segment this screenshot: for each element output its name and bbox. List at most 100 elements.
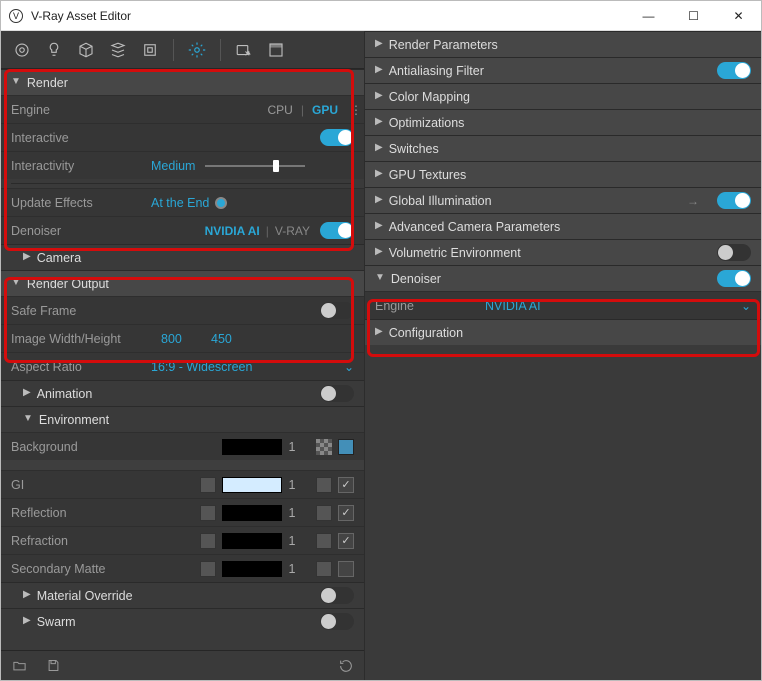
vertical-dots-icon[interactable]: ⋮ bbox=[350, 103, 354, 117]
section-render[interactable]: Render bbox=[1, 69, 364, 95]
denoiser-engine-value[interactable]: NVIDIA AI bbox=[485, 299, 541, 313]
denoiser-right-toggle[interactable] bbox=[717, 270, 751, 287]
section-material-override[interactable]: Material Override bbox=[1, 582, 364, 608]
reflection-color-swatch[interactable] bbox=[222, 505, 282, 521]
geometry-icon[interactable] bbox=[73, 37, 99, 63]
save-icon[interactable] bbox=[45, 658, 61, 674]
safe-frame-toggle[interactable] bbox=[320, 302, 354, 319]
denoiser-toggle[interactable] bbox=[320, 222, 354, 239]
chevron-right-icon bbox=[23, 251, 31, 262]
open-folder-icon[interactable] bbox=[11, 658, 27, 674]
chevron-down-icon bbox=[11, 76, 21, 87]
section-denoiser[interactable]: Denoiser bbox=[365, 265, 761, 291]
chevron-right-icon bbox=[375, 142, 383, 153]
section-color-mapping[interactable]: Color Mapping bbox=[365, 83, 761, 109]
global-illumination-toggle[interactable] bbox=[717, 192, 751, 209]
section-switches[interactable]: Switches bbox=[365, 135, 761, 161]
reflection-link-box[interactable] bbox=[200, 505, 216, 521]
matte-multiplier[interactable]: 1 bbox=[282, 562, 302, 576]
matte-checkbox[interactable] bbox=[338, 561, 354, 577]
section-environment-label: Environment bbox=[39, 413, 354, 427]
titlebar: V V-Ray Asset Editor — ☐ ✕ bbox=[1, 1, 761, 31]
section-advanced-camera[interactable]: Advanced Camera Parameters bbox=[365, 213, 761, 239]
settings-icon[interactable] bbox=[184, 37, 210, 63]
gi-link-box[interactable] bbox=[200, 477, 216, 493]
background-multiplier[interactable]: 1 bbox=[282, 440, 302, 454]
image-width-value[interactable]: 800 bbox=[161, 332, 211, 346]
interactivity-value[interactable]: Medium bbox=[151, 159, 195, 173]
engine-label: Engine bbox=[11, 103, 151, 117]
section-gpu-textures-label: GPU Textures bbox=[389, 168, 751, 182]
section-global-illumination[interactable]: Global Illumination → bbox=[365, 187, 761, 213]
gi-color-swatch[interactable] bbox=[222, 477, 282, 493]
denoiser-nvidia-option[interactable]: NVIDIA AI bbox=[205, 224, 260, 238]
matte-link-box[interactable] bbox=[200, 561, 216, 577]
window-close-button[interactable]: ✕ bbox=[716, 1, 761, 31]
update-effects-value[interactable]: At the End bbox=[151, 196, 209, 210]
section-swarm[interactable]: Swarm bbox=[1, 608, 364, 634]
section-denoiser-label: Denoiser bbox=[391, 272, 717, 286]
refraction-multiplier[interactable]: 1 bbox=[282, 534, 302, 548]
window-minimize-button[interactable]: — bbox=[626, 1, 671, 31]
gi-multiplier[interactable]: 1 bbox=[282, 478, 302, 492]
chevron-right-icon bbox=[375, 38, 383, 49]
refraction-texture-slot[interactable] bbox=[316, 533, 332, 549]
matte-texture-slot[interactable] bbox=[316, 561, 332, 577]
antialiasing-toggle[interactable] bbox=[717, 62, 751, 79]
refraction-link-box[interactable] bbox=[200, 533, 216, 549]
window-maximize-button[interactable]: ☐ bbox=[671, 1, 716, 31]
toolbar-separator bbox=[220, 39, 221, 61]
safe-frame-label: Safe Frame bbox=[11, 304, 151, 318]
refraction-color-swatch[interactable] bbox=[222, 533, 282, 549]
chevron-down-icon[interactable]: ⌄ bbox=[741, 299, 751, 313]
animation-toggle[interactable] bbox=[320, 385, 354, 402]
section-environment[interactable]: Environment bbox=[1, 406, 364, 432]
reflection-texture-slot[interactable] bbox=[316, 505, 332, 521]
section-camera[interactable]: Camera bbox=[1, 244, 364, 270]
image-height-value[interactable]: 450 bbox=[211, 332, 232, 346]
section-render-parameters[interactable]: Render Parameters bbox=[365, 31, 761, 57]
denoiser-vray-option[interactable]: V-RAY bbox=[275, 224, 310, 238]
chevron-right-icon bbox=[375, 64, 383, 75]
left-toolbar bbox=[1, 31, 364, 69]
section-optimizations[interactable]: Optimizations bbox=[365, 109, 761, 135]
engine-gpu[interactable]: GPU bbox=[312, 103, 338, 117]
section-gpu-textures[interactable]: GPU Textures bbox=[365, 161, 761, 187]
interactivity-slider[interactable] bbox=[205, 165, 354, 167]
matte-color-swatch[interactable] bbox=[222, 561, 282, 577]
render-interactive-icon[interactable] bbox=[231, 37, 257, 63]
volumetric-env-toggle[interactable] bbox=[717, 244, 751, 261]
section-configuration-label: Configuration bbox=[389, 326, 751, 340]
chevron-down-icon[interactable]: ⌄ bbox=[344, 360, 354, 374]
background-label: Background bbox=[11, 440, 151, 454]
reflection-checkbox[interactable]: ✓ bbox=[338, 505, 354, 521]
reflection-multiplier[interactable]: 1 bbox=[282, 506, 302, 520]
materials-icon[interactable] bbox=[9, 37, 35, 63]
section-configuration[interactable]: Configuration bbox=[365, 319, 761, 345]
frame-buffer-icon[interactable] bbox=[263, 37, 289, 63]
background-enable-box[interactable] bbox=[338, 439, 354, 455]
background-texture-slot[interactable] bbox=[316, 439, 332, 455]
gi-checkbox[interactable]: ✓ bbox=[338, 477, 354, 493]
refraction-checkbox[interactable]: ✓ bbox=[338, 533, 354, 549]
background-color-swatch[interactable] bbox=[222, 439, 282, 455]
update-radio-icon[interactable] bbox=[215, 197, 227, 209]
section-render-output[interactable]: Render Output bbox=[1, 270, 364, 296]
section-animation[interactable]: Animation bbox=[1, 380, 364, 406]
gi-texture-slot[interactable] bbox=[316, 477, 332, 493]
lights-icon[interactable] bbox=[41, 37, 67, 63]
section-antialiasing[interactable]: Antialiasing Filter bbox=[365, 57, 761, 83]
divider bbox=[11, 183, 354, 184]
engine-cpu[interactable]: CPU bbox=[268, 103, 293, 117]
section-volumetric-env[interactable]: Volumetric Environment bbox=[365, 239, 761, 265]
revert-icon[interactable] bbox=[338, 658, 354, 674]
interactive-toggle[interactable] bbox=[320, 129, 354, 146]
swarm-toggle[interactable] bbox=[320, 613, 354, 630]
engine-selector[interactable]: CPU | GPU ⋮ bbox=[268, 103, 354, 117]
material-override-toggle[interactable] bbox=[320, 587, 354, 604]
section-render-label: Render bbox=[27, 76, 354, 90]
chevron-right-icon bbox=[375, 246, 383, 257]
aspect-ratio-value[interactable]: 16:9 - Widescreen bbox=[151, 360, 252, 374]
textures-icon[interactable] bbox=[137, 37, 163, 63]
render-elements-icon[interactable] bbox=[105, 37, 131, 63]
